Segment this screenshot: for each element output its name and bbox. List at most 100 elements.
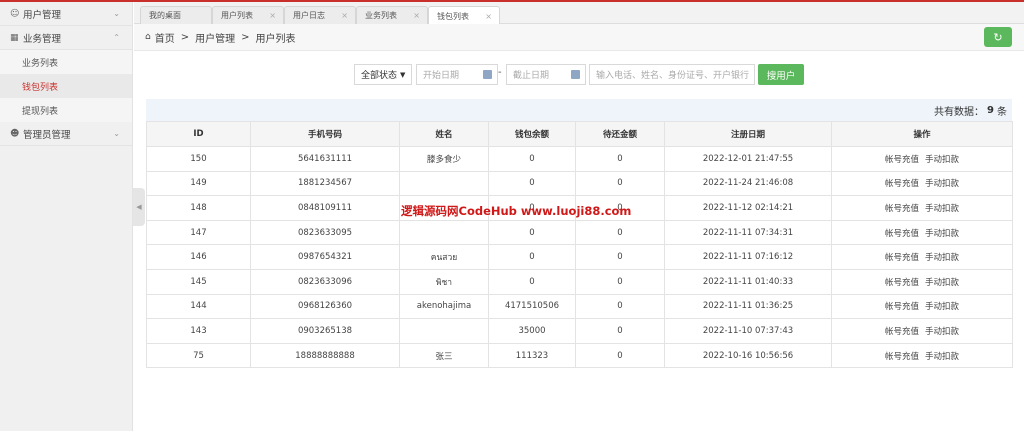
- deduct-link[interactable]: 手动扣款: [925, 352, 959, 362]
- sidebar-item-wallet-list[interactable]: 钱包列表: [0, 74, 132, 98]
- sidebar-menu-admin-management[interactable]: ☻ 管理员管理 ⌄: [0, 122, 132, 146]
- cell-id: 149: [146, 170, 251, 197]
- breadcrumb-separator: >: [180, 31, 190, 43]
- cell-id: 147: [146, 219, 251, 246]
- tab-label: 业务列表: [365, 11, 397, 20]
- recharge-link[interactable]: 帐号充值: [885, 155, 919, 165]
- table-row: 75 18888888888 张三 111323 0 2022-10-16 10:56:5…: [146, 342, 1013, 369]
- calendar-icon: [571, 70, 580, 79]
- cell-actions: 帐号充值 手动扣款: [831, 342, 1013, 369]
- end-date-field[interactable]: 截止日期: [506, 64, 586, 85]
- cell-actions: 帐号充值 手动扣款: [831, 146, 1013, 172]
- recharge-link[interactable]: 帐号充值: [885, 278, 919, 288]
- sidebar-menu-user-management[interactable]: ☺ 用户管理 ⌄: [0, 2, 132, 26]
- cell-due: 0: [575, 146, 665, 172]
- table-row: 145 0823633096 พิชา 0 0 2022-11-11 01:40:33 帐号…: [146, 268, 1013, 295]
- recharge-link[interactable]: 帐号充值: [885, 179, 919, 189]
- deduct-link[interactable]: 手动扣款: [925, 179, 959, 189]
- cell-balance: 0: [488, 170, 576, 197]
- sidebar-menu-business-management[interactable]: ▦ 业务管理 ⌃: [0, 26, 132, 50]
- tab-user-log[interactable]: 用户日志 ×: [284, 6, 356, 24]
- start-date-field[interactable]: 开始日期: [416, 64, 498, 85]
- cell-name: 张三: [399, 342, 489, 369]
- breadcrumb-separator: >: [241, 31, 250, 43]
- cell-date: 2022-12-01 21:47:55: [664, 146, 832, 172]
- recharge-link[interactable]: 帐号充值: [885, 229, 919, 239]
- menu-label: 用户管理: [23, 9, 62, 21]
- user-icon: ☺: [10, 8, 20, 19]
- cell-balance: 35000: [488, 318, 576, 344]
- close-icon[interactable]: ×: [485, 12, 492, 21]
- cell-due: 0: [575, 342, 665, 369]
- search-user-button[interactable]: 搜用户: [758, 64, 804, 85]
- recharge-link[interactable]: 帐号充值: [885, 352, 919, 362]
- cell-phone: 0903265138: [250, 318, 400, 344]
- chevron-down-icon: ⌄: [113, 9, 120, 18]
- menu-label: 业务管理: [23, 33, 62, 45]
- cell-name: 滕多食少: [399, 146, 489, 172]
- table-row: 150 5641631111 滕多食少 0 0 2022-12-01 21:47:55 帐号…: [146, 146, 1013, 172]
- deduct-link[interactable]: 手动扣款: [925, 253, 959, 263]
- start-date-placeholder: 开始日期: [423, 71, 460, 81]
- deduct-link[interactable]: 手动扣款: [925, 229, 959, 239]
- cell-name: [399, 219, 489, 246]
- cell-phone: 18888888888: [250, 342, 400, 369]
- col-header-name: 姓名: [399, 121, 489, 147]
- tab-label: 用户日志: [293, 11, 325, 20]
- breadcrumb-level1[interactable]: 用户管理: [195, 30, 235, 45]
- table-row: 147 0823633095 0 0 2022-11-11 07:34:31 帐号充值 手动…: [146, 219, 1013, 246]
- cell-name: พิชา: [399, 268, 489, 295]
- cell-date: 2022-11-24 21:46:08: [664, 170, 832, 197]
- cell-actions: 帐号充值 手动扣款: [831, 293, 1013, 320]
- search-input[interactable]: 输入电话、姓名、身份证号、开户银行: [589, 64, 755, 85]
- table-row: 144 0968126360 akenohajima 4171510506 0 2022-…: [146, 293, 1013, 320]
- deduct-link[interactable]: 手动扣款: [925, 302, 959, 312]
- sidebar: ☺ 用户管理 ⌄ ▦ 业务管理 ⌃ 业务列表 钱包列表 提现列表 ☻ 管理员管理…: [0, 2, 133, 431]
- chevron-down-icon: ▼: [400, 70, 406, 79]
- cell-date: 2022-10-16 10:56:56: [664, 342, 832, 369]
- close-icon[interactable]: ×: [413, 11, 420, 20]
- cell-id: 143: [146, 318, 251, 344]
- record-count: 共有数据： 9 条: [146, 99, 1012, 121]
- tab-bar: 我的桌面 用户列表 × 用户日志 × 业务列表 × 钱包列表 ×: [134, 2, 1024, 25]
- sidebar-item-business-list[interactable]: 业务列表: [0, 50, 132, 74]
- deduct-link[interactable]: 手动扣款: [925, 278, 959, 288]
- cell-name: คนสวย: [399, 244, 489, 270]
- recharge-link[interactable]: 帐号充值: [885, 253, 919, 263]
- cell-actions: 帐号充值 手动扣款: [831, 219, 1013, 246]
- tab-user-list[interactable]: 用户列表 ×: [212, 6, 284, 24]
- tab-wallet-list[interactable]: 钱包列表 ×: [428, 6, 500, 25]
- chevron-left-icon: ◀: [136, 203, 142, 211]
- cell-date: 2022-11-10 07:37:43: [664, 318, 832, 344]
- deduct-link[interactable]: 手动扣款: [925, 155, 959, 165]
- breadcrumb: ⌂ 首页 > 用户管理 > 用户列表 ↻: [134, 24, 1024, 51]
- cell-phone: 0823633096: [250, 268, 400, 295]
- cell-phone: 0848109111: [250, 195, 400, 221]
- watermark-text: 逻辑源码网CodeHub www.luoji88.com: [401, 204, 632, 218]
- close-icon[interactable]: ×: [341, 11, 348, 20]
- tab-business-list[interactable]: 业务列表 ×: [356, 6, 428, 24]
- search-placeholder: 输入电话、姓名、身份证号、开户银行: [596, 71, 750, 81]
- cell-phone: 1881234567: [250, 170, 400, 197]
- recharge-link[interactable]: 帐号充值: [885, 204, 919, 214]
- deduct-link[interactable]: 手动扣款: [925, 204, 959, 214]
- cell-due: 0: [575, 293, 665, 320]
- sidebar-collapse-handle[interactable]: ◀: [133, 188, 145, 226]
- cell-id: 146: [146, 244, 251, 270]
- recharge-link[interactable]: 帐号充值: [885, 327, 919, 337]
- sidebar-item-withdraw-list[interactable]: 提现列表: [0, 98, 132, 122]
- cell-date: 2022-11-11 07:16:12: [664, 244, 832, 270]
- cell-name: [399, 170, 489, 197]
- cell-id: 145: [146, 268, 251, 295]
- status-select[interactable]: 全部状态 ▼: [354, 64, 412, 85]
- cell-phone: 0968126360: [250, 293, 400, 320]
- table-header-row: ID 手机号码 姓名 钱包余额 待还金额 注册日期 操作: [146, 121, 1013, 147]
- refresh-button[interactable]: ↻: [984, 27, 1012, 47]
- breadcrumb-home[interactable]: 首页: [155, 30, 175, 45]
- recharge-link[interactable]: 帐号充值: [885, 302, 919, 312]
- col-header-actions: 操作: [831, 121, 1013, 147]
- tab-my-desktop[interactable]: 我的桌面: [140, 6, 212, 24]
- deduct-link[interactable]: 手动扣款: [925, 327, 959, 337]
- cell-id: 150: [146, 146, 251, 172]
- close-icon[interactable]: ×: [269, 11, 276, 20]
